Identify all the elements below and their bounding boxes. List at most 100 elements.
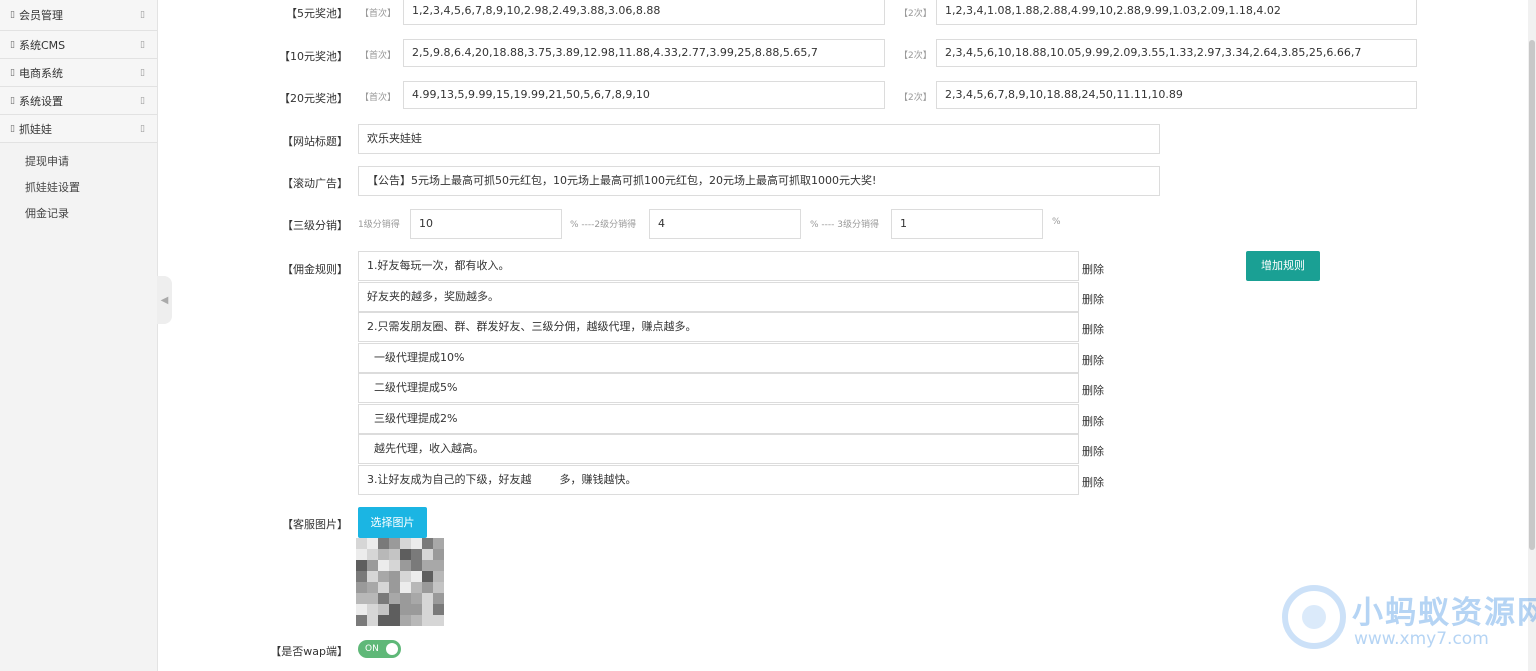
menu-item-settings[interactable]: ▯ 系统设置 ▯ (0, 87, 157, 115)
qr-pixel (378, 582, 389, 593)
qr-pixel (356, 615, 367, 626)
watermark-title: 小蚂蚁资源网 (1352, 595, 1536, 631)
menu-item-ecommerce[interactable]: ▯ 电商系统 ▯ (0, 59, 157, 87)
qr-pixel (411, 549, 422, 560)
pool-5-first-tag: 【首次】 (360, 9, 397, 19)
add-rule-button[interactable]: 增加规则 (1246, 251, 1320, 281)
delete-rule-link[interactable]: 删除 (1082, 261, 1104, 277)
delete-rule-link[interactable]: 删除 (1082, 443, 1104, 459)
delete-rule-link[interactable]: 删除 (1082, 413, 1104, 429)
watermark-logo-icon (1282, 585, 1346, 649)
scrollbar-thumb[interactable] (1529, 40, 1535, 550)
qr-pixel (411, 582, 422, 593)
menu-item-claw[interactable]: ▯ 抓娃娃 ▯ (0, 115, 157, 143)
delete-rule-link[interactable]: 删除 (1082, 291, 1104, 307)
qr-pixel (433, 604, 444, 615)
qr-pixel (411, 604, 422, 615)
qr-pixel (400, 571, 411, 582)
wap-label: 【是否wap端】 (270, 645, 348, 658)
submenu-item-commission-log[interactable]: 佣金记录 (0, 201, 157, 227)
submenu-item-withdraw[interactable]: 提现申请 (0, 149, 157, 175)
site-title-input[interactable]: 欢乐夹娃娃 (358, 124, 1160, 154)
pool-10-second-tag: 【2次】 (899, 51, 932, 61)
expand-icon: ▯ (140, 10, 145, 20)
rule-input[interactable]: 三级代理提成2% (358, 404, 1079, 434)
pool-20-label: 【20元奖池】 (279, 92, 348, 105)
delete-rule-link[interactable]: 删除 (1082, 474, 1104, 490)
sidebar-collapse-button[interactable]: ◀ (157, 276, 172, 324)
pool-10-first-input[interactable]: 2,5,9.8,6.4,20,18.88,3.75,3.89,12.98,11.… (403, 39, 885, 67)
qr-pixel (411, 560, 422, 571)
qr-pixel (433, 593, 444, 604)
percent-sign: % (1052, 217, 1061, 227)
menu-item-label: 会员管理 (18, 9, 63, 22)
rule-input[interactable]: 3.让好友成为自己的下级，好友越 多，赚钱越快。 (358, 465, 1079, 495)
rule-input[interactable]: 越先代理，收入越高。 (358, 434, 1079, 464)
qr-pixel (433, 571, 444, 582)
qr-pixel (433, 582, 444, 593)
pool-20-first-tag: 【首次】 (360, 93, 397, 103)
watermark-url: www.xmy7.com (1354, 629, 1489, 649)
qr-pixel (389, 538, 400, 549)
delete-rule-link[interactable]: 删除 (1082, 352, 1104, 368)
pool-5-first-input[interactable]: 1,2,3,4,5,6,7,8,9,10,2.98,2.49,3.88,3.06… (403, 0, 885, 25)
qr-pixel (378, 615, 389, 626)
pool-20-first-input[interactable]: 4.99,13,5,9.99,15,19.99,21,50,5,6,7,8,9,… (403, 81, 885, 109)
rule-input[interactable]: 2.只需发朋友圈、群、群发好友、三级分佣，越级代理，赚点越多。 (358, 312, 1079, 342)
pool-10-first-tag: 【首次】 (360, 51, 397, 61)
rule-input[interactable]: 1.好友每玩一次，都有收入。 (358, 251, 1079, 281)
scroll-ad-label: 【滚动广告】 (282, 177, 348, 190)
qr-pixel (422, 615, 433, 626)
qr-pixel (367, 604, 378, 615)
rule-input[interactable]: 二级代理提成5% (358, 373, 1079, 403)
qr-pixel (356, 538, 367, 549)
service-qr-image (356, 538, 444, 626)
qr-pixel (367, 549, 378, 560)
toggle-state-text: ON (365, 644, 379, 654)
menu-icon: ▯ (10, 123, 15, 134)
qr-pixel (400, 538, 411, 549)
qr-pixel (422, 538, 433, 549)
service-image-label: 【客服图片】 (282, 518, 348, 531)
page-scrollbar[interactable] (1528, 0, 1536, 671)
menu-icon: ▯ (10, 95, 15, 106)
qr-pixel (400, 560, 411, 571)
qr-pixel (433, 615, 444, 626)
level3-input[interactable]: 1 (891, 209, 1043, 239)
qr-pixel (378, 604, 389, 615)
qr-pixel (411, 615, 422, 626)
pool-5-second-input[interactable]: 1,2,3,4,1.08,1.88,2.88,4.99,10,2.88,9.99… (936, 0, 1417, 25)
qr-pixel (400, 593, 411, 604)
wap-toggle[interactable]: ON (358, 640, 401, 658)
level2-input[interactable]: 4 (649, 209, 801, 239)
menu-item-member[interactable]: ▯ 会员管理 ▯ (0, 0, 157, 31)
menu-item-cms[interactable]: ▯ 系统CMS ▯ (0, 31, 157, 59)
menu-icon: ▯ (10, 39, 15, 50)
qr-pixel (422, 560, 433, 571)
qr-pixel (400, 604, 411, 615)
menu-item-label: 抓娃娃 (18, 122, 52, 136)
commission-label: 【佣金规则】 (282, 263, 348, 276)
settings-form: 【5元奖池】 【首次】 1,2,3,4,5,6,7,8,9,10,2.98,2.… (172, 0, 1536, 671)
qr-pixel (422, 549, 433, 560)
qr-pixel (378, 571, 389, 582)
expand-icon: ▯ (140, 39, 145, 50)
choose-image-button[interactable]: 选择图片 (358, 507, 427, 538)
qr-pixel (389, 549, 400, 560)
delete-rule-link[interactable]: 删除 (1082, 321, 1104, 337)
qr-pixel (367, 560, 378, 571)
pool-20-second-input[interactable]: 2,3,4,5,6,7,8,9,10,18.88,24,50,11.11,10.… (936, 81, 1417, 109)
rule-input[interactable]: 一级代理提成10% (358, 343, 1079, 373)
delete-rule-link[interactable]: 删除 (1082, 382, 1104, 398)
qr-pixel (356, 593, 367, 604)
qr-pixel (400, 549, 411, 560)
qr-pixel (356, 571, 367, 582)
menu-icon: ▯ (10, 67, 15, 78)
pool-10-second-input[interactable]: 2,3,4,5,6,10,18.88,10.05,9.99,2.09,3.55,… (936, 39, 1417, 67)
scroll-ad-input[interactable]: 【公告】5元场上最高可抓50元红包，10元场上最高可抓100元红包，20元场上最… (358, 166, 1160, 196)
rule-input[interactable]: 好友夹的越多，奖励越多。 (358, 282, 1079, 312)
submenu-item-claw-settings[interactable]: 抓娃娃设置 (0, 175, 157, 201)
qr-pixel (411, 593, 422, 604)
level1-input[interactable]: 10 (410, 209, 562, 239)
toggle-knob (386, 643, 398, 655)
